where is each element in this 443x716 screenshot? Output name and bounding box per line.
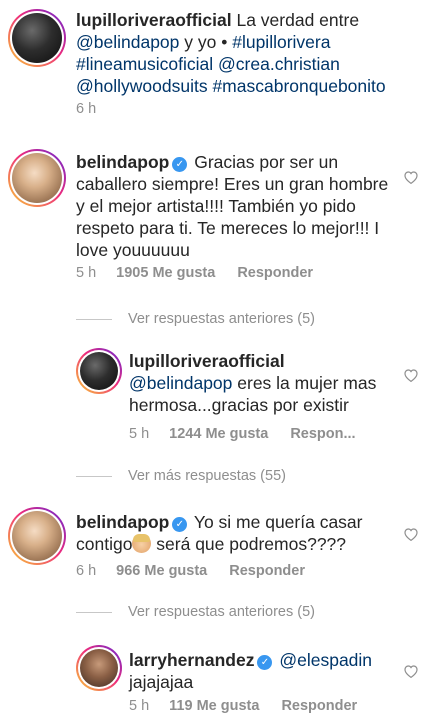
heart-outline-icon[interactable]: [403, 170, 419, 184]
comment-timestamp: 6 h: [76, 563, 97, 579]
reply-button[interactable]: Responder: [281, 698, 357, 714]
hashtag-link[interactable]: #lupillorivera: [232, 32, 330, 52]
reply-button[interactable]: Responder: [237, 265, 313, 281]
likes-count[interactable]: 966 Me gusta: [116, 563, 207, 579]
reply-button[interactable]: Respon...: [290, 426, 355, 442]
comment-timestamp: 5 h: [129, 698, 150, 714]
avatar[interactable]: [8, 507, 66, 565]
view-previous-replies-button[interactable]: Ver respuestas anteriores (5): [76, 311, 315, 327]
comment-text: belindapop ✓ Gracias por ser un caballero…: [76, 152, 389, 260]
mention-link[interactable]: @elespadin: [279, 650, 372, 670]
reply-text: larryhernandez ✓ @elespadin jajajajaa: [129, 650, 373, 692]
comment-meta: 5 h 119 Me gusta Responder: [129, 698, 357, 714]
reply-text: lupilloriveraofficial @belindapop eres l…: [129, 351, 377, 415]
comment-username[interactable]: belindapop: [76, 512, 169, 532]
view-more-replies-button[interactable]: Ver más respuestas (55): [76, 468, 286, 484]
view-previous-replies-button[interactable]: Ver respuestas anteriores (5): [76, 604, 315, 620]
heart-outline-icon[interactable]: [403, 664, 419, 678]
avatar[interactable]: [8, 149, 66, 207]
divider: [76, 611, 112, 613]
mention-link[interactable]: @belindapop: [129, 373, 232, 393]
verified-badge-icon: ✓: [172, 157, 188, 172]
mention-link[interactable]: @hollywoodsuits: [76, 76, 208, 96]
verified-badge-icon: ✓: [257, 655, 273, 670]
caption-text: lupilloriveraofficial La verdad entre @b…: [76, 10, 386, 96]
divider: [76, 475, 112, 477]
comment-meta: 6 h 966 Me gusta Responder: [76, 563, 305, 579]
avatar[interactable]: [76, 348, 122, 394]
verified-badge-icon: ✓: [172, 517, 188, 532]
caption-timestamp: 6 h: [76, 101, 97, 117]
likes-count[interactable]: 1244 Me gusta: [169, 426, 268, 442]
comment-username[interactable]: belindapop: [76, 152, 169, 172]
avatar[interactable]: [8, 9, 66, 67]
reply-button[interactable]: Responder: [229, 563, 305, 579]
mention-link[interactable]: @crea.christian: [218, 54, 340, 74]
comment-meta: 5 h 1244 Me gusta Respon...: [129, 426, 356, 442]
hashtag-link[interactable]: #mascabronquebonito: [212, 76, 385, 96]
caption-username[interactable]: lupilloriveraofficial: [76, 10, 232, 30]
divider: [76, 318, 112, 320]
hashtag-link[interactable]: #lineamusicoficial: [76, 54, 213, 74]
comment-timestamp: 5 h: [76, 265, 97, 281]
comment-timestamp: 5 h: [129, 426, 150, 442]
avatar[interactable]: [76, 645, 122, 691]
comment-meta: 5 h 1905 Me gusta Responder: [76, 265, 313, 281]
comment-username[interactable]: larryhernandez: [129, 650, 254, 670]
heart-outline-icon[interactable]: [403, 527, 419, 541]
comment-username[interactable]: lupilloriveraofficial: [129, 351, 285, 371]
mention-link[interactable]: @belindapop: [76, 32, 179, 52]
woman-emoji-icon: [132, 534, 152, 553]
likes-count[interactable]: 1905 Me gusta: [116, 265, 215, 281]
likes-count[interactable]: 119 Me gusta: [169, 698, 259, 714]
heart-outline-icon[interactable]: [403, 368, 419, 382]
comment-text: belindapop ✓ Yo si me quería casar contig…: [76, 512, 363, 554]
